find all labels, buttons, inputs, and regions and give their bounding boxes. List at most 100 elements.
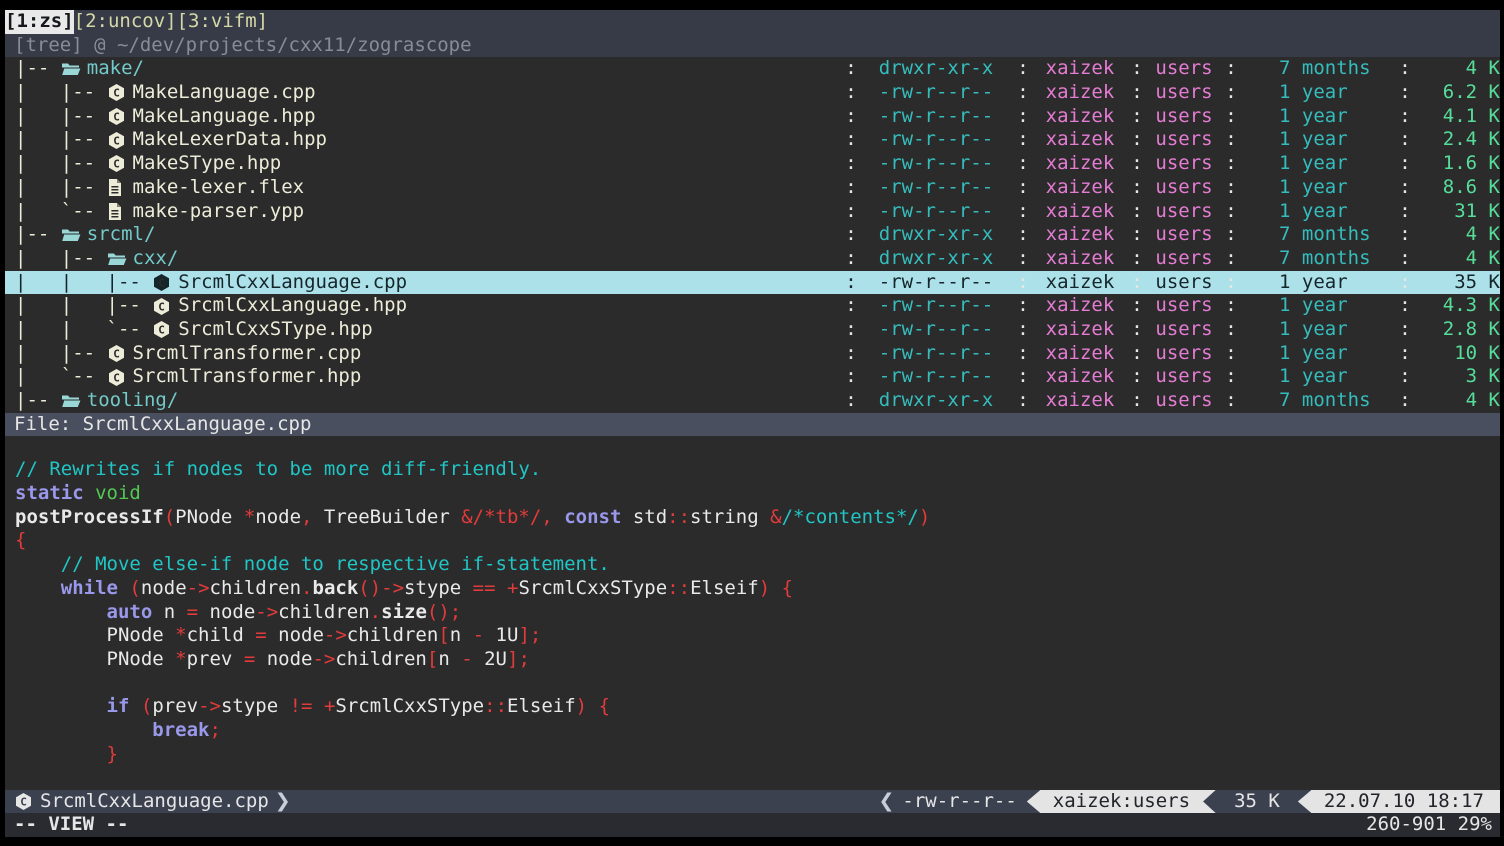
status-filename: SrcmlCxxLanguage.cpp <box>40 790 269 814</box>
cpp-icon: C <box>107 154 133 173</box>
file-row[interactable]: | | |-- CSrcmlCxxLanguage.hpp:-rw-r--r--… <box>5 294 1500 318</box>
file-name: make-lexer.flex <box>133 176 305 200</box>
code-line <box>15 672 1500 696</box>
file-owner: xaizek <box>1035 152 1125 176</box>
folder-icon <box>107 250 133 268</box>
column-separator: : <box>1011 365 1035 389</box>
tree-branch: | |-- <box>15 247 107 271</box>
file-name: SrcmlCxxLanguage.hpp <box>178 294 407 318</box>
file-row[interactable]: | |-- make-lexer.flex:-rw-r--r--:xaizek:… <box>5 176 1500 200</box>
column-separator: : <box>1011 200 1035 224</box>
file-owner: xaizek <box>1035 247 1125 271</box>
file-size: 4 K <box>1417 389 1500 413</box>
file-row[interactable]: |-- tooling/:drwxr-xr-x:xaizek:users:7 m… <box>5 389 1500 413</box>
code-line: break; <box>15 719 1500 743</box>
file-tree-list: |-- make/:drwxr-xr-x:xaizek:users:7 mont… <box>5 57 1500 412</box>
file-size: 10 K <box>1417 342 1500 366</box>
tmux-tab-1zs[interactable]: [1:zs] <box>5 10 74 34</box>
column-separator: : <box>841 318 861 342</box>
column-separator: : <box>841 389 861 413</box>
file-size: 2.4 K <box>1417 128 1500 152</box>
file-owner: xaizek <box>1035 176 1125 200</box>
file-permissions: -rw-r--r-- <box>861 200 1011 224</box>
column-separator: : <box>1393 81 1417 105</box>
file-name-area: | `-- CSrcmlTransformer.hpp <box>5 365 841 389</box>
status-owner-group: xaizek:users <box>1027 790 1216 814</box>
file-row[interactable]: | `-- CSrcmlTransformer.hpp:-rw-r--r--:x… <box>5 365 1500 389</box>
mode-line: -- VIEW -- 260-901 29% <box>5 813 1500 837</box>
tmux-tab-2uncov[interactable]: [2:uncov] <box>74 10 177 34</box>
file-owner: xaizek <box>1035 342 1125 366</box>
status-size: 35 K <box>1216 790 1298 814</box>
column-separator: : <box>1393 318 1417 342</box>
file-owner: xaizek <box>1035 223 1125 247</box>
tree-branch: | | |-- <box>15 271 152 295</box>
column-separator: : <box>1125 271 1149 295</box>
file-name-area: | | |-- CSrcmlCxxLanguage.hpp <box>5 294 841 318</box>
tree-branch: | `-- <box>15 365 107 389</box>
file-age: 1 year <box>1243 365 1393 389</box>
file-age: 1 year <box>1243 152 1393 176</box>
file-permissions: drwxr-xr-x <box>861 247 1011 271</box>
file-row[interactable]: | |-- cxx/:drwxr-xr-x:xaizek:users:7 mon… <box>5 247 1500 271</box>
file-row[interactable]: | |-- CSrcmlTransformer.cpp:-rw-r--r--:x… <box>5 342 1500 366</box>
cpp-icon: C <box>152 320 178 339</box>
file-permissions: -rw-r--r-- <box>861 81 1011 105</box>
file-name-area: | |-- CMakeLanguage.cpp <box>5 81 841 105</box>
tmux-tab-3vifm[interactable]: [3:vifm] <box>177 10 269 34</box>
file-name-area: | |-- make-lexer.flex <box>5 176 841 200</box>
file-row[interactable]: | |-- CMakeSType.hpp:-rw-r--r--:xaizek:u… <box>5 152 1500 176</box>
file-row[interactable]: |-- srcml/:drwxr-xr-x:xaizek:users:7 mon… <box>5 223 1500 247</box>
column-separator: : <box>841 200 861 224</box>
file-row[interactable]: | | |-- CSrcmlCxxLanguage.cpp:-rw-r--r--… <box>5 271 1500 295</box>
file-owner: xaizek <box>1035 271 1125 295</box>
file-name: tooling/ <box>87 389 179 413</box>
file-group: users <box>1149 200 1219 224</box>
file-group: users <box>1149 81 1219 105</box>
column-separator: : <box>1219 318 1243 342</box>
file-row[interactable]: |-- make/:drwxr-xr-x:xaizek:users:7 mont… <box>5 57 1500 81</box>
column-separator: : <box>1219 271 1243 295</box>
cpp-icon: C <box>107 368 133 387</box>
file-owner: xaizek <box>1035 365 1125 389</box>
file-name-area: |-- srcml/ <box>5 223 841 247</box>
file-owner: xaizek <box>1035 128 1125 152</box>
column-separator: : <box>841 365 861 389</box>
file-row[interactable]: | |-- CMakeLanguage.cpp:-rw-r--r--:xaize… <box>5 81 1500 105</box>
file-owner: xaizek <box>1035 81 1125 105</box>
column-separator: : <box>1125 152 1149 176</box>
column-separator: : <box>841 128 861 152</box>
column-separator: : <box>1219 389 1243 413</box>
file-row[interactable]: | |-- CMakeLanguage.hpp:-rw-r--r--:xaize… <box>5 105 1500 129</box>
tree-branch: |-- <box>15 389 61 413</box>
file-age: 1 year <box>1243 176 1393 200</box>
column-separator: : <box>1125 128 1149 152</box>
svg-text:C: C <box>113 347 120 360</box>
doc-icon <box>107 202 133 221</box>
file-group: users <box>1149 247 1219 271</box>
column-separator: : <box>1125 318 1149 342</box>
file-name-area: | |-- cxx/ <box>5 247 841 271</box>
file-size: 4.1 K <box>1417 105 1500 129</box>
cpp-icon: C <box>107 107 133 126</box>
column-separator: : <box>1011 318 1035 342</box>
file-row[interactable]: | | `-- CSrcmlCxxSType.hpp:-rw-r--r--:xa… <box>5 318 1500 342</box>
file-name-area: | `-- make-parser.ypp <box>5 200 841 224</box>
column-separator: : <box>841 223 861 247</box>
file-row[interactable]: | `-- make-parser.ypp:-rw-r--r--:xaizek:… <box>5 200 1500 224</box>
file-name: SrcmlCxxSType.hpp <box>178 318 372 342</box>
column-separator: : <box>1011 81 1035 105</box>
svg-text:C: C <box>113 110 120 123</box>
code-line: { <box>15 529 1500 553</box>
column-separator: : <box>841 57 861 81</box>
file-row[interactable]: | |-- CMakeLexerData.hpp:-rw-r--r--:xaiz… <box>5 128 1500 152</box>
code-line: static void <box>15 482 1500 506</box>
column-separator: : <box>1393 271 1417 295</box>
svg-text:C: C <box>113 134 120 147</box>
file-permissions: -rw-r--r-- <box>861 271 1011 295</box>
column-separator: : <box>1393 365 1417 389</box>
file-permissions: -rw-r--r-- <box>861 128 1011 152</box>
column-separator: : <box>1393 342 1417 366</box>
column-separator: : <box>1125 294 1149 318</box>
status-bar-right: ❮ -rw-r--r-- xaizek:users 35 K 22.07.10 … <box>872 790 1500 814</box>
